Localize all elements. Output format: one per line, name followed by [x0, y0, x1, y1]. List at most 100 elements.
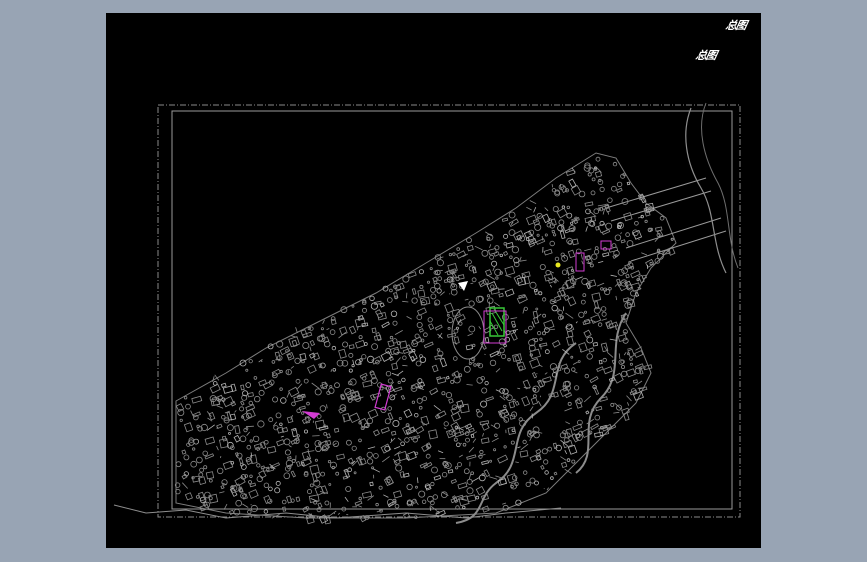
tree-symbol [486, 294, 491, 298]
tree-symbol [183, 396, 188, 400]
linework-stroke [597, 204, 606, 207]
linework-stroke [468, 473, 472, 480]
tree-symbol [264, 439, 269, 445]
building-and-tree-linework [174, 156, 676, 525]
title-mark-second: 总图 [694, 49, 718, 62]
building-footprint [262, 466, 270, 472]
drawing-canvas[interactable]: 总图 总图 [106, 13, 761, 548]
building-footprint [484, 269, 493, 277]
building-footprint [481, 460, 490, 466]
building-footprint [321, 381, 328, 390]
building-footprint [448, 398, 454, 404]
linework-stroke [613, 411, 620, 414]
tree-symbol [495, 276, 499, 280]
tree-symbol [611, 185, 617, 192]
tree-symbol [348, 352, 354, 358]
building-footprint [634, 350, 644, 358]
building-footprint [508, 400, 516, 409]
building-footprint [439, 357, 448, 368]
tree-symbol [511, 246, 519, 254]
building-footprint [519, 450, 529, 458]
tree-symbol [394, 503, 400, 509]
tree-symbol [416, 397, 423, 404]
tree-symbol [179, 418, 183, 422]
tree-symbol [552, 233, 557, 237]
tree-symbol [453, 328, 459, 334]
linework-stroke [560, 456, 567, 461]
tree-symbol [448, 253, 452, 257]
tree-symbol [607, 197, 613, 203]
tree-symbol [561, 205, 566, 209]
tree-symbol [554, 256, 560, 262]
tree-symbol [621, 267, 628, 275]
tree-symbol [329, 329, 336, 335]
tree-symbol [329, 385, 333, 389]
linework-stroke [623, 331, 628, 334]
tree-symbol [621, 364, 626, 369]
building-footprint [411, 288, 417, 295]
building-footprint [393, 386, 403, 393]
tree-symbol [456, 247, 461, 251]
tree-symbol [243, 427, 248, 433]
tree-symbol [541, 331, 546, 336]
building-footprint [192, 411, 201, 418]
building-footprint [540, 464, 545, 470]
tree-symbol [493, 448, 497, 452]
building-footprint [592, 342, 599, 347]
linework-stroke [322, 319, 325, 324]
linework-stroke [246, 431, 251, 437]
highlight-magenta-block-3 [575, 252, 585, 272]
tree-symbol [329, 461, 337, 469]
building-footprint [475, 485, 486, 496]
linework-stroke [626, 395, 632, 402]
tree-symbol [536, 233, 540, 237]
tree-symbol [323, 431, 328, 436]
building-footprint [444, 302, 455, 314]
building-footprint [299, 405, 306, 411]
linework-stroke [531, 321, 535, 328]
building-footprint [394, 282, 405, 292]
linework-stroke [333, 442, 337, 446]
building-footprint [325, 440, 332, 446]
tree-symbol [511, 428, 516, 433]
tree-symbol [470, 471, 475, 476]
tree-symbol [378, 485, 383, 490]
tree-symbol [644, 219, 648, 223]
tree-symbol [274, 487, 281, 494]
tree-symbol [602, 357, 607, 363]
building-footprint [617, 222, 623, 228]
linework-stroke [635, 380, 643, 386]
linework-stroke [394, 330, 403, 335]
linework-stroke [389, 437, 396, 444]
building-footprint [626, 181, 631, 186]
building-footprint [205, 471, 215, 480]
building-footprint [403, 408, 413, 419]
tree-symbol [366, 458, 374, 465]
tree-symbol [594, 414, 601, 421]
building-footprint [291, 427, 298, 438]
linework-stroke [397, 437, 402, 441]
tree-symbol [466, 478, 473, 485]
building-footprint [325, 433, 331, 439]
building-footprint [276, 439, 285, 447]
tree-symbol [463, 365, 471, 373]
linework-stroke [290, 335, 297, 338]
tree-symbol [571, 275, 575, 279]
linework-stroke [220, 455, 222, 459]
tree-symbol [295, 378, 301, 384]
tree-symbol [612, 161, 618, 167]
tree-symbol [525, 481, 531, 487]
tree-symbol [508, 229, 516, 237]
building-footprint [591, 292, 602, 302]
tree-symbol [581, 277, 589, 286]
building-footprint [204, 436, 216, 445]
tree-symbol [600, 306, 607, 312]
tree-symbol [597, 322, 603, 327]
linework-stroke [544, 207, 549, 212]
tree-symbol [616, 181, 623, 188]
building-footprint [198, 476, 207, 486]
tree-symbol [432, 494, 438, 500]
tree-symbol [447, 326, 451, 330]
tree-symbol [198, 472, 204, 478]
linework-stroke [494, 302, 500, 307]
